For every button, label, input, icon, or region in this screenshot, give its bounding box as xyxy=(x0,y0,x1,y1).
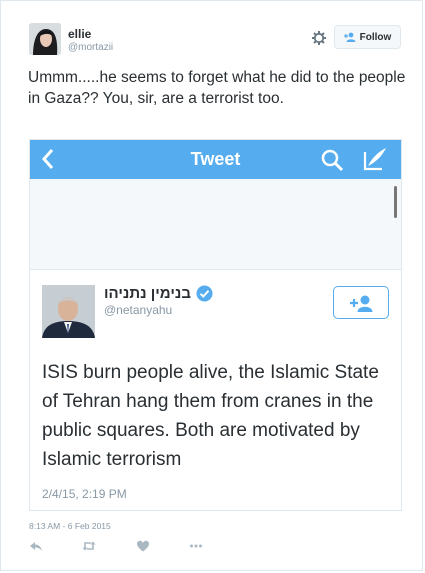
follow-label: Follow xyxy=(359,31,392,43)
tweet-timestamp[interactable]: 8:13 AM - 6 Feb 2015 xyxy=(29,521,111,531)
avatar[interactable] xyxy=(29,23,61,55)
tweet-text: Ummm.....he seems to forget what he did … xyxy=(28,69,406,107)
search-icon xyxy=(321,149,344,172)
reply-icon[interactable] xyxy=(29,539,43,553)
embedded-follow-button xyxy=(333,286,389,319)
avatar-image xyxy=(29,23,61,55)
tweet-card: ellie @mortazii Follow Ummm.....he seems… xyxy=(0,0,423,571)
retweet-icon[interactable] xyxy=(82,539,96,553)
embedded-author-handle: @netanyahu xyxy=(104,303,173,317)
embedded-author: בנימין נתניהו xyxy=(104,285,213,302)
embedded-tweet-text: ISIS burn people alive, the Islamic Stat… xyxy=(42,362,379,470)
verified-icon xyxy=(196,285,213,302)
favorite-icon[interactable] xyxy=(136,539,150,553)
embedded-timestamp: 2/4/15, 2:19 PM xyxy=(42,487,127,501)
embed-header-title: Tweet xyxy=(190,149,241,169)
compose-icon xyxy=(363,148,386,171)
embedded-screenshot[interactable]: Tweet בנימין נתניהו @netanyahu ISIS burn… xyxy=(29,139,402,511)
embedded-author-name: בנימין נתניהו xyxy=(104,285,191,302)
user-name[interactable]: ellie xyxy=(68,27,91,41)
embed-gray-area xyxy=(30,179,401,270)
follow-user-icon xyxy=(350,295,373,312)
follow-user-icon xyxy=(343,32,356,42)
scrollbar xyxy=(394,186,397,218)
user-handle[interactable]: @mortazii xyxy=(68,42,113,53)
gear-icon[interactable] xyxy=(311,30,327,46)
follow-button[interactable]: Follow xyxy=(334,25,401,49)
embedded-avatar xyxy=(42,285,95,338)
more-icon[interactable] xyxy=(189,539,203,553)
